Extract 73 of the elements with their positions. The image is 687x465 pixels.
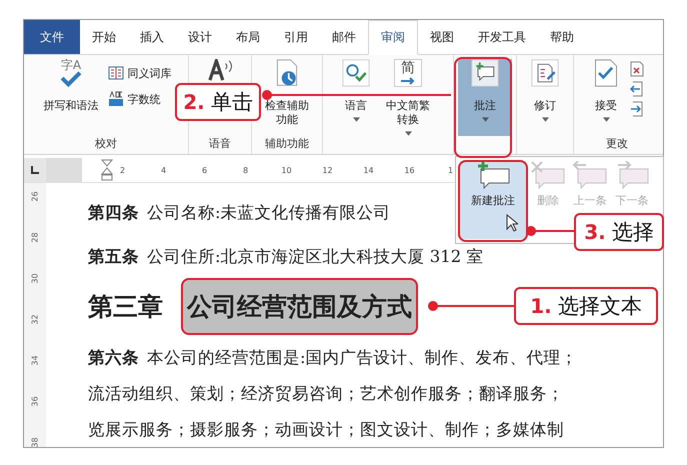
article-text: 览展示服务；摄影服务；动画设计；图文设计、制作；多媒体制 xyxy=(88,420,564,439)
article-text: 本公司的经营范围是:国内广告设计、制作、发布、代理； xyxy=(147,348,578,367)
book-icon xyxy=(108,65,124,81)
article-number: 第五条 xyxy=(88,247,139,266)
callout-text: 选择文本 xyxy=(558,293,642,320)
ruler-number: 2 xyxy=(120,166,126,174)
ruler-number: 14 xyxy=(363,166,374,174)
ribbon-tab[interactable]: 布局 xyxy=(224,20,272,54)
ribbon-tab[interactable]: 视图 xyxy=(418,20,466,54)
document-check-icon xyxy=(592,59,620,87)
comment-button[interactable]: 批注 xyxy=(458,59,512,136)
ruler-number: 4 xyxy=(160,166,166,174)
step-number: 1. xyxy=(530,294,552,318)
ribbon-tab[interactable]: 审阅 xyxy=(368,20,418,55)
chapter-title: 公司经营范围及方式 xyxy=(181,278,418,334)
article-number: 第六条 xyxy=(88,348,139,367)
check-accessibility-button[interactable]: 检查辅助功能 xyxy=(258,59,316,136)
step-number: 3. xyxy=(584,220,606,244)
ribbon-tab[interactable]: 插入 xyxy=(128,20,176,54)
accept-button[interactable]: 接受 xyxy=(589,59,623,136)
group-label: 语音 xyxy=(209,137,231,150)
globe-check-icon xyxy=(342,59,370,87)
ribbon-tab[interactable]: 邮件 xyxy=(320,20,368,54)
ruler-number: 16 xyxy=(404,166,415,174)
ruler-number: 32 xyxy=(30,314,40,325)
chapter-number: 第三章 xyxy=(88,290,163,322)
icon-text: 简 xyxy=(401,60,415,77)
ruler-number: 12 xyxy=(322,166,333,174)
spelling-grammar-button[interactable]: 字A 拼写和语法 xyxy=(40,59,102,136)
ruler-number: 10 xyxy=(281,166,292,174)
previous-change-icon[interactable] xyxy=(629,81,645,97)
step-number: 2. xyxy=(183,90,205,114)
arrow-icon xyxy=(400,77,416,85)
word-count-button[interactable]: 字数统 xyxy=(108,91,172,107)
ribbon-tab[interactable]: 帮助 xyxy=(538,20,586,54)
ruler-number: 6 xyxy=(202,166,208,174)
article-text: 流活动组织、策划；经济贸易咨询；艺术创作服务；翻译服务； xyxy=(88,384,564,403)
group-label: 更改 xyxy=(606,137,628,150)
ruler-number: 28 xyxy=(30,232,40,243)
track-changes-button[interactable]: 修订 xyxy=(528,59,562,136)
article-text: 公司名称:未蓝文化传播有限公司 xyxy=(147,203,391,222)
chinese-conversion-button[interactable]: 简 中文简繁转换 xyxy=(379,59,437,136)
group-label: 辅助功能 xyxy=(265,137,309,150)
menu-item[interactable]: 新建批注 xyxy=(460,161,526,239)
ruler-number: 26 xyxy=(30,191,40,202)
tab-stop-icon[interactable] xyxy=(31,166,39,174)
letters-numbers-icon xyxy=(108,91,124,107)
document-pen-icon xyxy=(531,59,559,87)
ruler-number: 30 xyxy=(30,273,40,284)
ribbon-tab[interactable]: 开始 xyxy=(80,20,128,54)
ribbon-tab[interactable]: 开发工具 xyxy=(466,20,538,54)
article-text: 公司住所:北京市海淀区北大科技大厦 312 室 xyxy=(147,247,484,266)
icon-text: 字A xyxy=(60,59,82,71)
ribbon-tab[interactable]: 设计 xyxy=(176,20,224,54)
document-x-icon[interactable] xyxy=(629,61,645,77)
callout-text: 选择 xyxy=(612,219,654,246)
thesaurus-button[interactable]: 同义词库 xyxy=(108,65,172,81)
ruler-number: 36 xyxy=(30,396,40,407)
ribbon-tab[interactable]: 引用 xyxy=(272,20,320,54)
ribbon-tab[interactable]: 文件 xyxy=(24,20,80,54)
ruler-number: 34 xyxy=(30,355,40,366)
group-label: 校对 xyxy=(95,137,117,150)
ruler-number: 38 xyxy=(30,437,40,447)
indent-marker-icon[interactable] xyxy=(101,159,113,181)
article-number: 第四条 xyxy=(88,203,139,222)
ruler-number: 1 xyxy=(448,166,454,174)
language-button[interactable]: 语言 xyxy=(339,59,373,136)
next-change-icon[interactable] xyxy=(629,101,645,117)
callout-text: 单击 xyxy=(210,89,253,116)
comment-plus-icon xyxy=(471,59,499,87)
mouse-pointer-icon xyxy=(506,214,518,232)
checkmark-icon xyxy=(58,71,84,87)
ruler-number: 8 xyxy=(242,166,248,174)
